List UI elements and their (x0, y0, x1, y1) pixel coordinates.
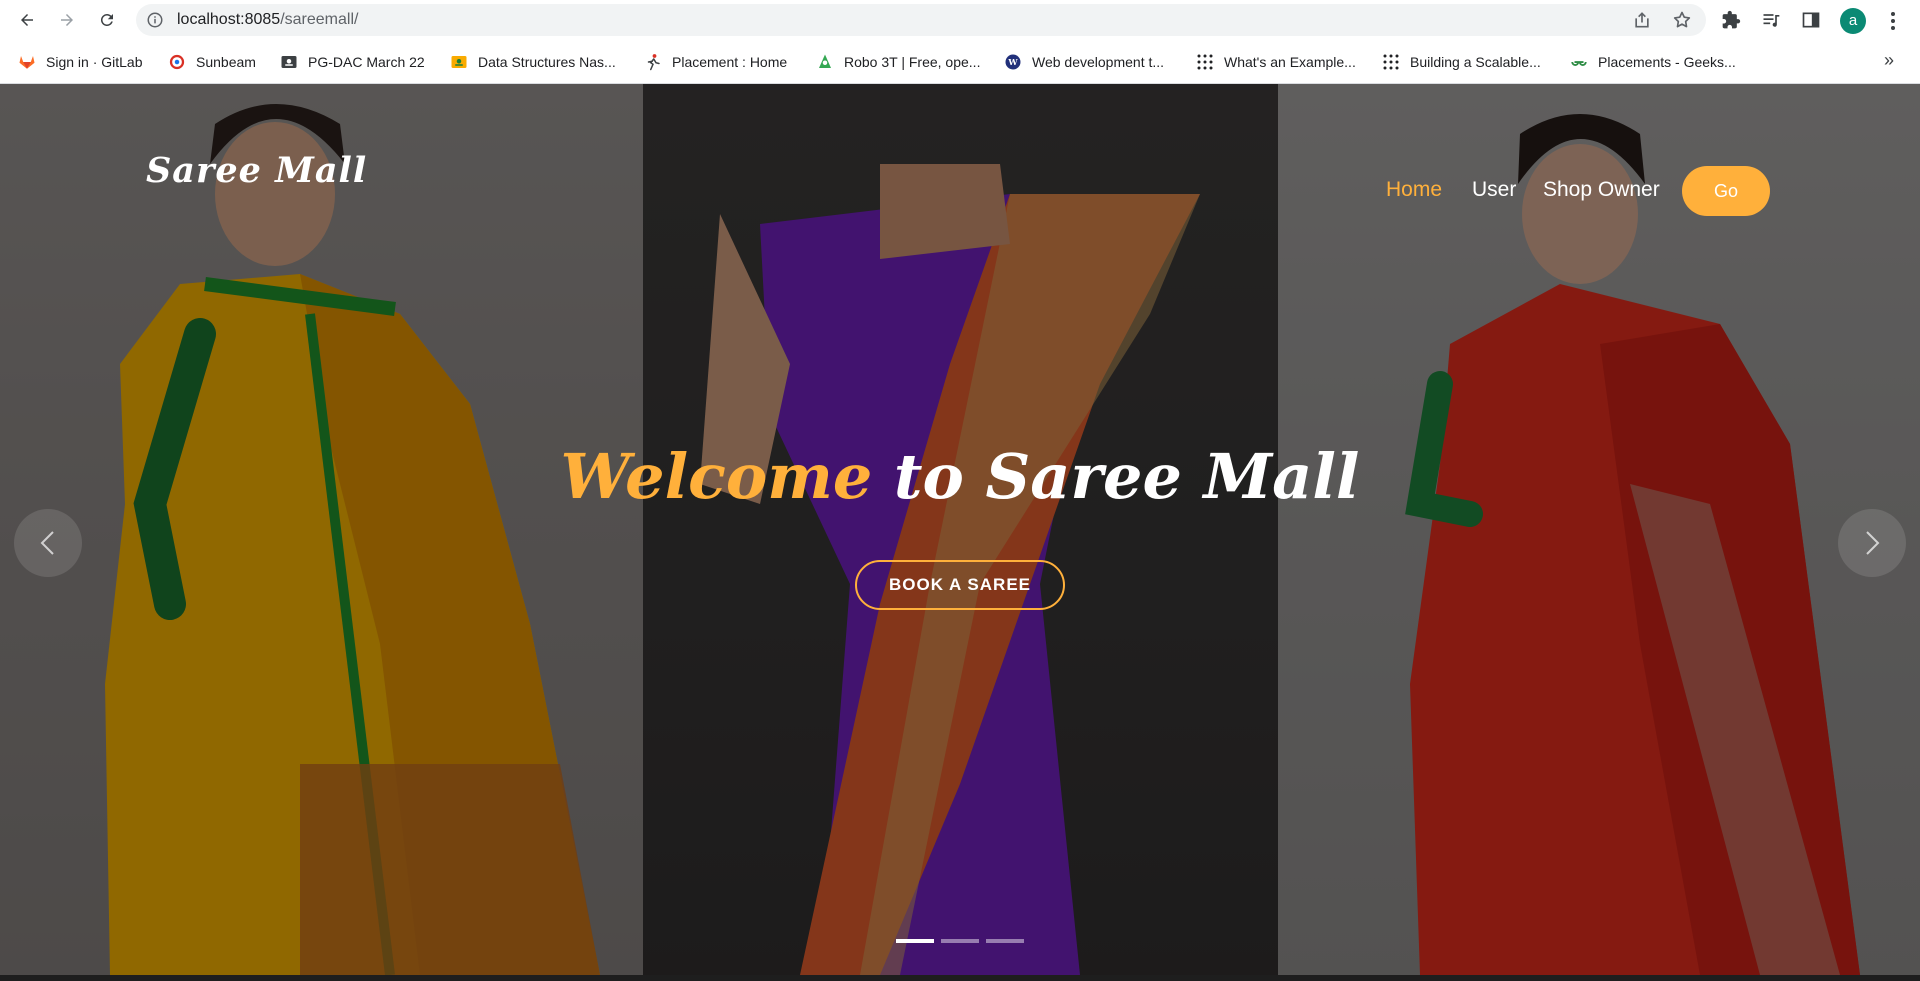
sunbeam-icon (168, 53, 186, 71)
grid-dots-icon (1382, 53, 1400, 71)
gitlab-icon (18, 53, 36, 71)
bookmark-item[interactable]: Placement : Home (644, 52, 787, 72)
carousel-next-button[interactable] (1838, 509, 1906, 577)
chevron-left-icon (40, 531, 54, 555)
bookmark-item[interactable]: Data Structures Nas... (450, 52, 616, 72)
extensions-icon[interactable] (1720, 9, 1742, 31)
go-button[interactable]: Go (1682, 166, 1770, 216)
hero-title: Welcome to Saree Mall (0, 440, 1920, 513)
bookmark-item[interactable]: Robo 3T | Free, ope... (816, 52, 980, 72)
bookmark-item[interactable]: Placements - Geeks... (1570, 52, 1736, 72)
url-text[interactable]: localhost:8085/sareemall/ (177, 11, 358, 29)
url-host: localhost:8085 (177, 11, 281, 28)
nav-user[interactable]: User (1472, 178, 1516, 202)
bookmarks-overflow-icon[interactable]: » (1884, 50, 1894, 71)
carousel-indicator-3[interactable] (986, 939, 1024, 943)
bookmark-label: Placement : Home (672, 54, 788, 70)
robo3t-icon (816, 53, 834, 71)
book-saree-button[interactable]: BOOK A SAREE (855, 560, 1065, 610)
bookmark-label: What's an Example... (1224, 54, 1356, 70)
wordpress-icon: W (1004, 53, 1022, 71)
browser-toolbar: localhost:8085/sareemall/ a (0, 0, 1920, 40)
hero-dark-overlay (0, 84, 1920, 975)
bookmark-label: Sign in · GitLab (46, 54, 143, 70)
bookmark-item[interactable]: PG-DAC March 22 (280, 52, 425, 72)
reading-list-icon[interactable] (1760, 9, 1782, 31)
forward-icon[interactable] (53, 6, 81, 34)
side-panel-icon[interactable] (1800, 9, 1822, 31)
nav-home[interactable]: Home (1386, 178, 1442, 202)
site-logo[interactable]: Saree Mall (146, 150, 367, 191)
classroom-icon (450, 53, 468, 71)
bookmark-label: Data Structures Nas... (478, 54, 616, 70)
bookmark-label: Placements - Geeks... (1598, 54, 1736, 70)
carousel-indicator-1[interactable] (896, 939, 934, 943)
page-bottom-edge (0, 975, 1920, 981)
bookmark-item[interactable]: Sunbeam (168, 52, 256, 72)
address-bar[interactable]: localhost:8085/sareemall/ (136, 4, 1706, 36)
bookmarks-bar: Sign in · GitLab Sunbeam PG-DAC March 22… (0, 40, 1920, 84)
carousel-indicator-2[interactable] (941, 939, 979, 943)
bookmark-label: Building a Scalable... (1410, 54, 1541, 70)
browser-menu-icon[interactable] (1886, 10, 1900, 32)
site-info-icon[interactable] (146, 11, 164, 29)
back-icon[interactable] (13, 6, 41, 34)
chevron-right-icon (1866, 531, 1880, 555)
nav-shop-owner[interactable]: Shop Owner (1543, 178, 1660, 202)
url-path: /sareemall/ (280, 11, 359, 28)
grid-dots-icon (1196, 53, 1214, 71)
bookmark-label: Robo 3T | Free, ope... (844, 54, 981, 70)
reload-icon[interactable] (93, 6, 121, 34)
hero-title-rest: to Saree Mall (872, 440, 1360, 513)
placement-icon (644, 53, 662, 71)
bookmark-item[interactable]: What's an Example... (1196, 52, 1356, 72)
bookmark-item[interactable]: Sign in · GitLab (18, 52, 143, 72)
geeksforgeeks-icon (1570, 53, 1588, 71)
bookmark-item[interactable]: W Web development t... (1004, 52, 1164, 72)
bookmark-label: Web development t... (1032, 54, 1165, 70)
bookmark-item[interactable]: Building a Scalable... (1382, 52, 1541, 72)
classroom-icon (280, 53, 298, 71)
bookmark-star-icon[interactable] (1672, 10, 1692, 30)
share-icon[interactable] (1632, 10, 1652, 30)
page-viewport: Saree Mall Home User Shop Owner Go Welco… (0, 84, 1920, 975)
carousel-prev-button[interactable] (14, 509, 82, 577)
bookmark-label: PG-DAC March 22 (308, 54, 425, 70)
hero-title-accent: Welcome (560, 440, 873, 513)
bookmark-label: Sunbeam (196, 54, 256, 70)
svg-text:W: W (1007, 57, 1018, 67)
profile-avatar[interactable]: a (1840, 8, 1866, 34)
